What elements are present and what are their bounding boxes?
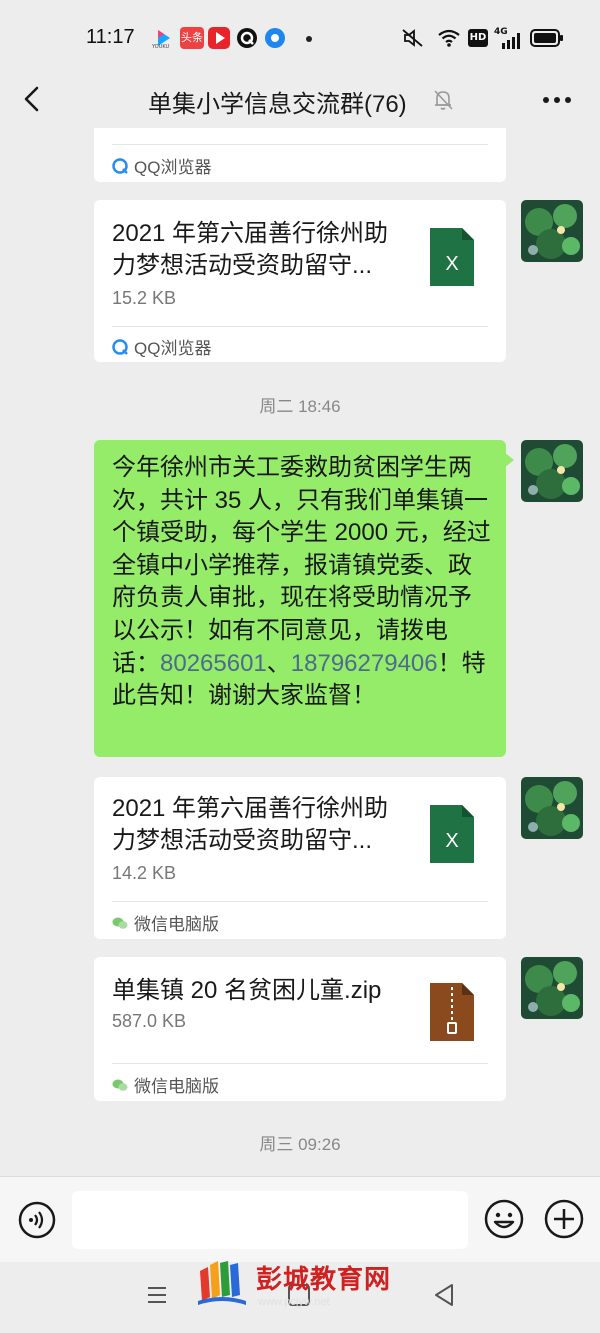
file-message[interactable]: 2021 年第六届善行徐州助 力梦想活动受资助留守... 14.2 KB X 微… — [94, 777, 506, 939]
watermark-text: 彭城教育网 — [256, 1263, 392, 1294]
triangle-back-icon[interactable] — [432, 1282, 456, 1308]
svg-text:X: X — [445, 830, 458, 852]
message-source: 微信电脑版 — [112, 910, 219, 935]
text-message[interactable]: 今年徐州市关工委救助贫困学生两次，共计 35 人，只有我们单集镇一个镇受助，每个… — [94, 440, 506, 757]
excel-file-icon: X — [430, 805, 474, 863]
hd-icon: HD — [468, 29, 488, 47]
bubble-tail — [504, 452, 514, 468]
file-name: 2021 年第六届善行徐州助 力梦想活动受资助留守... — [112, 795, 389, 854]
avatar[interactable] — [521, 957, 583, 1019]
message-source: QQ浏览器 — [112, 153, 211, 178]
message-text: 今年徐州市关工委救助贫困学生两次，共计 35 人，只有我们单集镇一个镇受助，每个… — [112, 454, 491, 710]
phone-link[interactable]: 80265601 — [160, 650, 267, 677]
q-icon — [237, 28, 257, 48]
wechat-pc-icon — [112, 1079, 128, 1091]
mute-icon — [402, 29, 423, 47]
divider — [112, 1063, 488, 1064]
avatar[interactable] — [521, 440, 583, 502]
toutiao-icon: 头条 — [180, 27, 204, 49]
divider — [112, 326, 488, 327]
more-icon[interactable] — [542, 96, 572, 104]
browser-icon — [265, 28, 285, 48]
plus-icon[interactable] — [544, 1199, 584, 1239]
chat-header: 单集小学信息交流群(76) — [0, 70, 600, 128]
avatar[interactable] — [521, 200, 583, 262]
voice-icon[interactable] — [18, 1201, 56, 1239]
message-source: QQ浏览器 — [112, 334, 211, 359]
file-size: 14.2 KB — [112, 863, 177, 883]
battery-icon — [530, 29, 563, 47]
timestamp: 周三 09:26 — [259, 1135, 341, 1154]
bell-off-icon — [434, 90, 453, 110]
svg-text:X: X — [445, 253, 458, 275]
file-message[interactable]: 2021 年第六届善行徐州助 力梦想活动受资助留守... 15.2 KB X Q… — [94, 200, 506, 362]
divider — [112, 144, 488, 145]
zip-file-icon — [430, 983, 474, 1041]
message-source: 微信电脑版 — [112, 1072, 219, 1097]
timestamp: 周二 18:46 — [259, 397, 341, 416]
file-size: 587.0 KB — [112, 1011, 187, 1031]
message-input[interactable] — [72, 1191, 468, 1249]
phone-link[interactable]: 18796279406 — [291, 650, 438, 677]
watermark-url: www.pcjyw.net — [258, 1295, 330, 1308]
file-message[interactable]: 单集镇 20 名贫困儿童.zip 587.0 KB 微信电脑版 — [94, 957, 506, 1101]
watermark-logo: 彭城教育网 www.pcjyw.net — [196, 1257, 391, 1309]
file-message-partial[interactable]: QQ浏览器 — [94, 128, 506, 182]
chat-title: 单集小学信息交流群(76) — [148, 91, 407, 118]
wechat-pc-icon — [112, 917, 128, 929]
file-name: 2021 年第六届善行徐州助 力梦想活动受资助留守... — [112, 220, 389, 279]
chevron-left-icon[interactable] — [18, 82, 48, 116]
signal-4g-icon: 4G — [494, 27, 522, 49]
book-logo-icon — [198, 1261, 246, 1305]
clock: 11:17 — [86, 26, 135, 48]
emoji-icon[interactable] — [484, 1199, 524, 1239]
dot-icon — [306, 36, 312, 42]
avatar[interactable] — [521, 777, 583, 839]
video-icon — [208, 27, 230, 49]
svg-text:YOUKU: YOUKU — [151, 44, 170, 49]
wifi-icon — [438, 29, 460, 47]
youku-icon: YOUKU — [151, 30, 170, 49]
excel-file-icon: X — [430, 228, 474, 286]
status-bar: 11:17 YOUKU 头条 HD 4G — [0, 0, 600, 70]
qq-browser-icon — [112, 338, 128, 355]
menu-icon[interactable] — [146, 1284, 168, 1306]
divider — [112, 901, 488, 902]
input-bar — [0, 1176, 600, 1262]
file-size: 15.2 KB — [112, 288, 177, 308]
file-name: 单集镇 20 名贫困儿童.zip — [112, 977, 382, 1004]
qq-browser-icon — [112, 157, 128, 174]
